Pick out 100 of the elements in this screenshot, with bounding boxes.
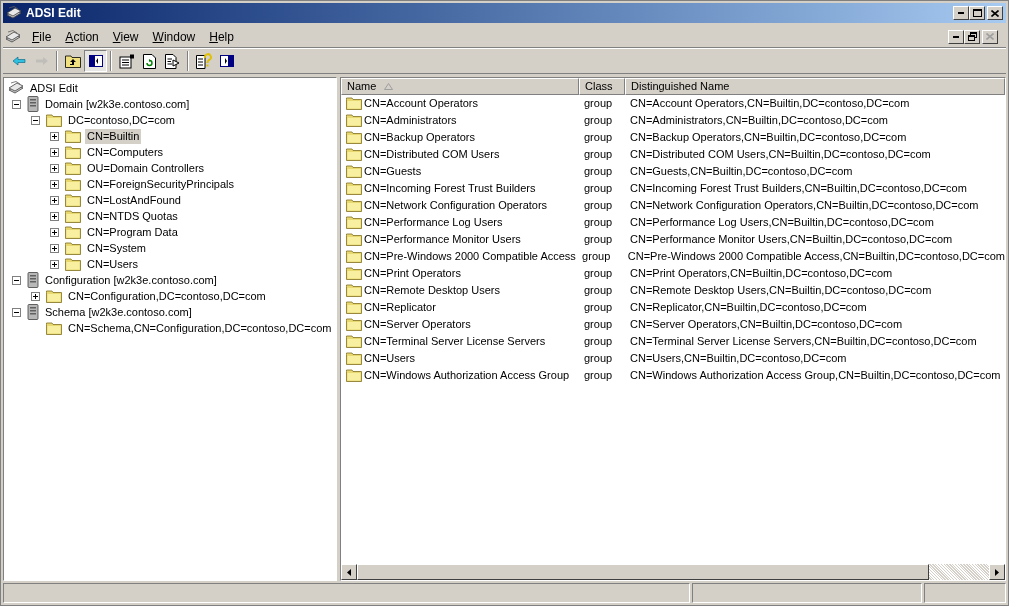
tree-item[interactable]: CN=System <box>85 240 148 256</box>
panel-icon <box>88 55 103 67</box>
folder-icon <box>346 216 362 229</box>
menu-item[interactable]: Help <box>202 27 241 46</box>
tree-item[interactable]: CN=ForeignSecurityPrincipals <box>85 176 237 192</box>
table-cell-text: CN=Server Operators <box>364 317 471 333</box>
expand-icon[interactable] <box>50 211 59 221</box>
folder-icon <box>346 284 362 297</box>
table-cell-text: CN=Incoming Forest Trust Builders <box>364 181 536 197</box>
tree-item[interactable]: CN=Program Data <box>85 224 180 240</box>
tree-item[interactable]: CN=Configuration,DC=contoso,DC=com <box>66 288 268 304</box>
folder-icon <box>346 250 362 263</box>
column-header[interactable]: Class <box>579 78 625 95</box>
table-cell-text: CN=Performance Log Users <box>364 215 503 231</box>
maximize-button[interactable] <box>969 6 985 20</box>
close-button[interactable] <box>982 29 998 44</box>
menu-item[interactable]: Action <box>58 27 106 46</box>
table-cell-text: CN=Users <box>364 351 416 367</box>
tree-item[interactable]: DC=contoso,DC=com <box>66 112 177 128</box>
menu-item[interactable]: View <box>105 27 146 46</box>
sort-ascending-icon <box>384 83 394 90</box>
close-button[interactable] <box>987 6 1003 20</box>
table-cell: group <box>584 165 613 178</box>
restore-icon <box>967 32 977 41</box>
expand-icon[interactable] <box>50 259 59 269</box>
expand-icon[interactable] <box>50 227 59 237</box>
close-icon <box>991 9 999 17</box>
table-cell-text: CN=Distributed COM Users <box>364 147 500 163</box>
table-cell-text: CN=Replicator <box>364 300 436 316</box>
minimize-button[interactable] <box>953 6 969 20</box>
table-cell: group <box>584 369 613 382</box>
expand-icon[interactable] <box>50 243 59 253</box>
table-cell: CN=Pre-Windows 2000 Compatible Access,CN=Builtin,DC=contoso,DC=com <box>627 250 1005 263</box>
properties-icon <box>118 53 135 69</box>
table-cell: group <box>584 284 613 297</box>
folder-icon <box>346 318 362 331</box>
tree-item[interactable]: Configuration [w2k3e.contoso.com] <box>43 272 219 288</box>
expand-icon[interactable] <box>50 163 59 173</box>
folder-icon <box>346 199 362 212</box>
expand-icon[interactable] <box>50 195 59 205</box>
folder-icon <box>65 177 81 191</box>
collapse-icon[interactable] <box>31 115 40 125</box>
expand-icon[interactable] <box>31 291 40 301</box>
toolbar-button[interactable] <box>84 50 107 72</box>
tree-item[interactable]: CN=LostAndFound <box>85 192 183 208</box>
table-cell: CN=Administrators,CN=Builtin,DC=contoso,DC=com <box>630 114 888 127</box>
close-icon <box>986 33 994 40</box>
scroll-left-button[interactable] <box>341 564 357 580</box>
table-cell: CN=Remote Desktop Users,CN=Builtin,DC=contoso,DC=com <box>630 284 932 297</box>
menu-item[interactable]: Window <box>145 27 203 46</box>
collapse-icon[interactable] <box>12 99 21 109</box>
table-cell: CN=Replicator,CN=Builtin,DC=contoso,DC=com <box>630 301 867 314</box>
tree-item[interactable]: Domain [w2k3e.contoso.com] <box>43 96 192 112</box>
menu-item[interactable]: File <box>25 27 59 46</box>
app-icon <box>6 6 22 20</box>
tree-item[interactable]: CN=Builtin <box>85 128 142 144</box>
column-header[interactable]: Distinguished Name <box>625 78 1005 95</box>
restore-button[interactable] <box>964 29 980 44</box>
folder-icon <box>346 165 362 178</box>
table-cell: group <box>582 250 611 263</box>
folder-icon <box>46 113 62 127</box>
tree-item[interactable]: CN=Computers <box>85 144 166 160</box>
maximize-icon <box>972 9 982 17</box>
table-cell: group <box>584 199 613 212</box>
tree-item[interactable]: OU=Domain Controllers <box>85 160 207 176</box>
minimize-button[interactable] <box>948 29 964 44</box>
table-cell-text: CN=Backup Operators <box>364 130 475 146</box>
table-cell-text: CN=Guests <box>364 164 422 180</box>
table-cell: CN=Network Configuration Operators,CN=Builtin,DC=contoso,DC=com <box>630 199 979 212</box>
tree-item[interactable]: ADSI Edit <box>28 80 80 96</box>
folder-up-icon <box>64 54 81 68</box>
caret-right-icon <box>995 568 999 576</box>
expand-icon[interactable] <box>50 131 59 141</box>
panel-icon <box>219 55 234 67</box>
folder-icon <box>346 335 362 348</box>
table-cell-text: CN=Performance Monitor Users <box>364 232 521 248</box>
folder-icon <box>346 352 362 365</box>
folder-icon <box>346 233 362 246</box>
tree-item[interactable]: CN=Schema,CN=Configuration,DC=contoso,DC=com <box>66 320 334 336</box>
tree-item[interactable]: CN=NTDS Quotas <box>85 208 180 224</box>
expand-icon[interactable] <box>50 179 59 189</box>
folder-icon <box>65 161 81 175</box>
table-cell: CN=Account Operators,CN=Builtin,DC=contoso,DC=com <box>630 97 910 110</box>
folder-icon <box>65 193 81 207</box>
minimize-icon <box>953 35 959 38</box>
folder-icon <box>346 97 362 110</box>
table-cell: CN=Performance Monitor Users,CN=Builtin,DC=contoso,DC=com <box>630 233 953 246</box>
scroll-right-button[interactable] <box>989 564 1005 580</box>
table-cell: CN=Backup Operators,CN=Builtin,DC=contoso,DC=com <box>630 131 907 144</box>
expand-icon[interactable] <box>50 147 59 157</box>
tree-item[interactable]: Schema [w2k3e.contoso.com] <box>43 304 194 320</box>
collapse-icon[interactable] <box>12 307 21 317</box>
table-cell-text: CN=Remote Desktop Users <box>364 283 501 299</box>
folder-icon <box>65 209 81 223</box>
table-cell: CN=Guests,CN=Builtin,DC=contoso,DC=com <box>630 165 853 178</box>
collapse-icon[interactable] <box>12 275 21 285</box>
help-icon <box>195 53 212 69</box>
tree-item[interactable]: CN=Users <box>85 256 141 272</box>
column-header[interactable]: Name <box>341 78 579 95</box>
folder-icon <box>65 145 81 159</box>
